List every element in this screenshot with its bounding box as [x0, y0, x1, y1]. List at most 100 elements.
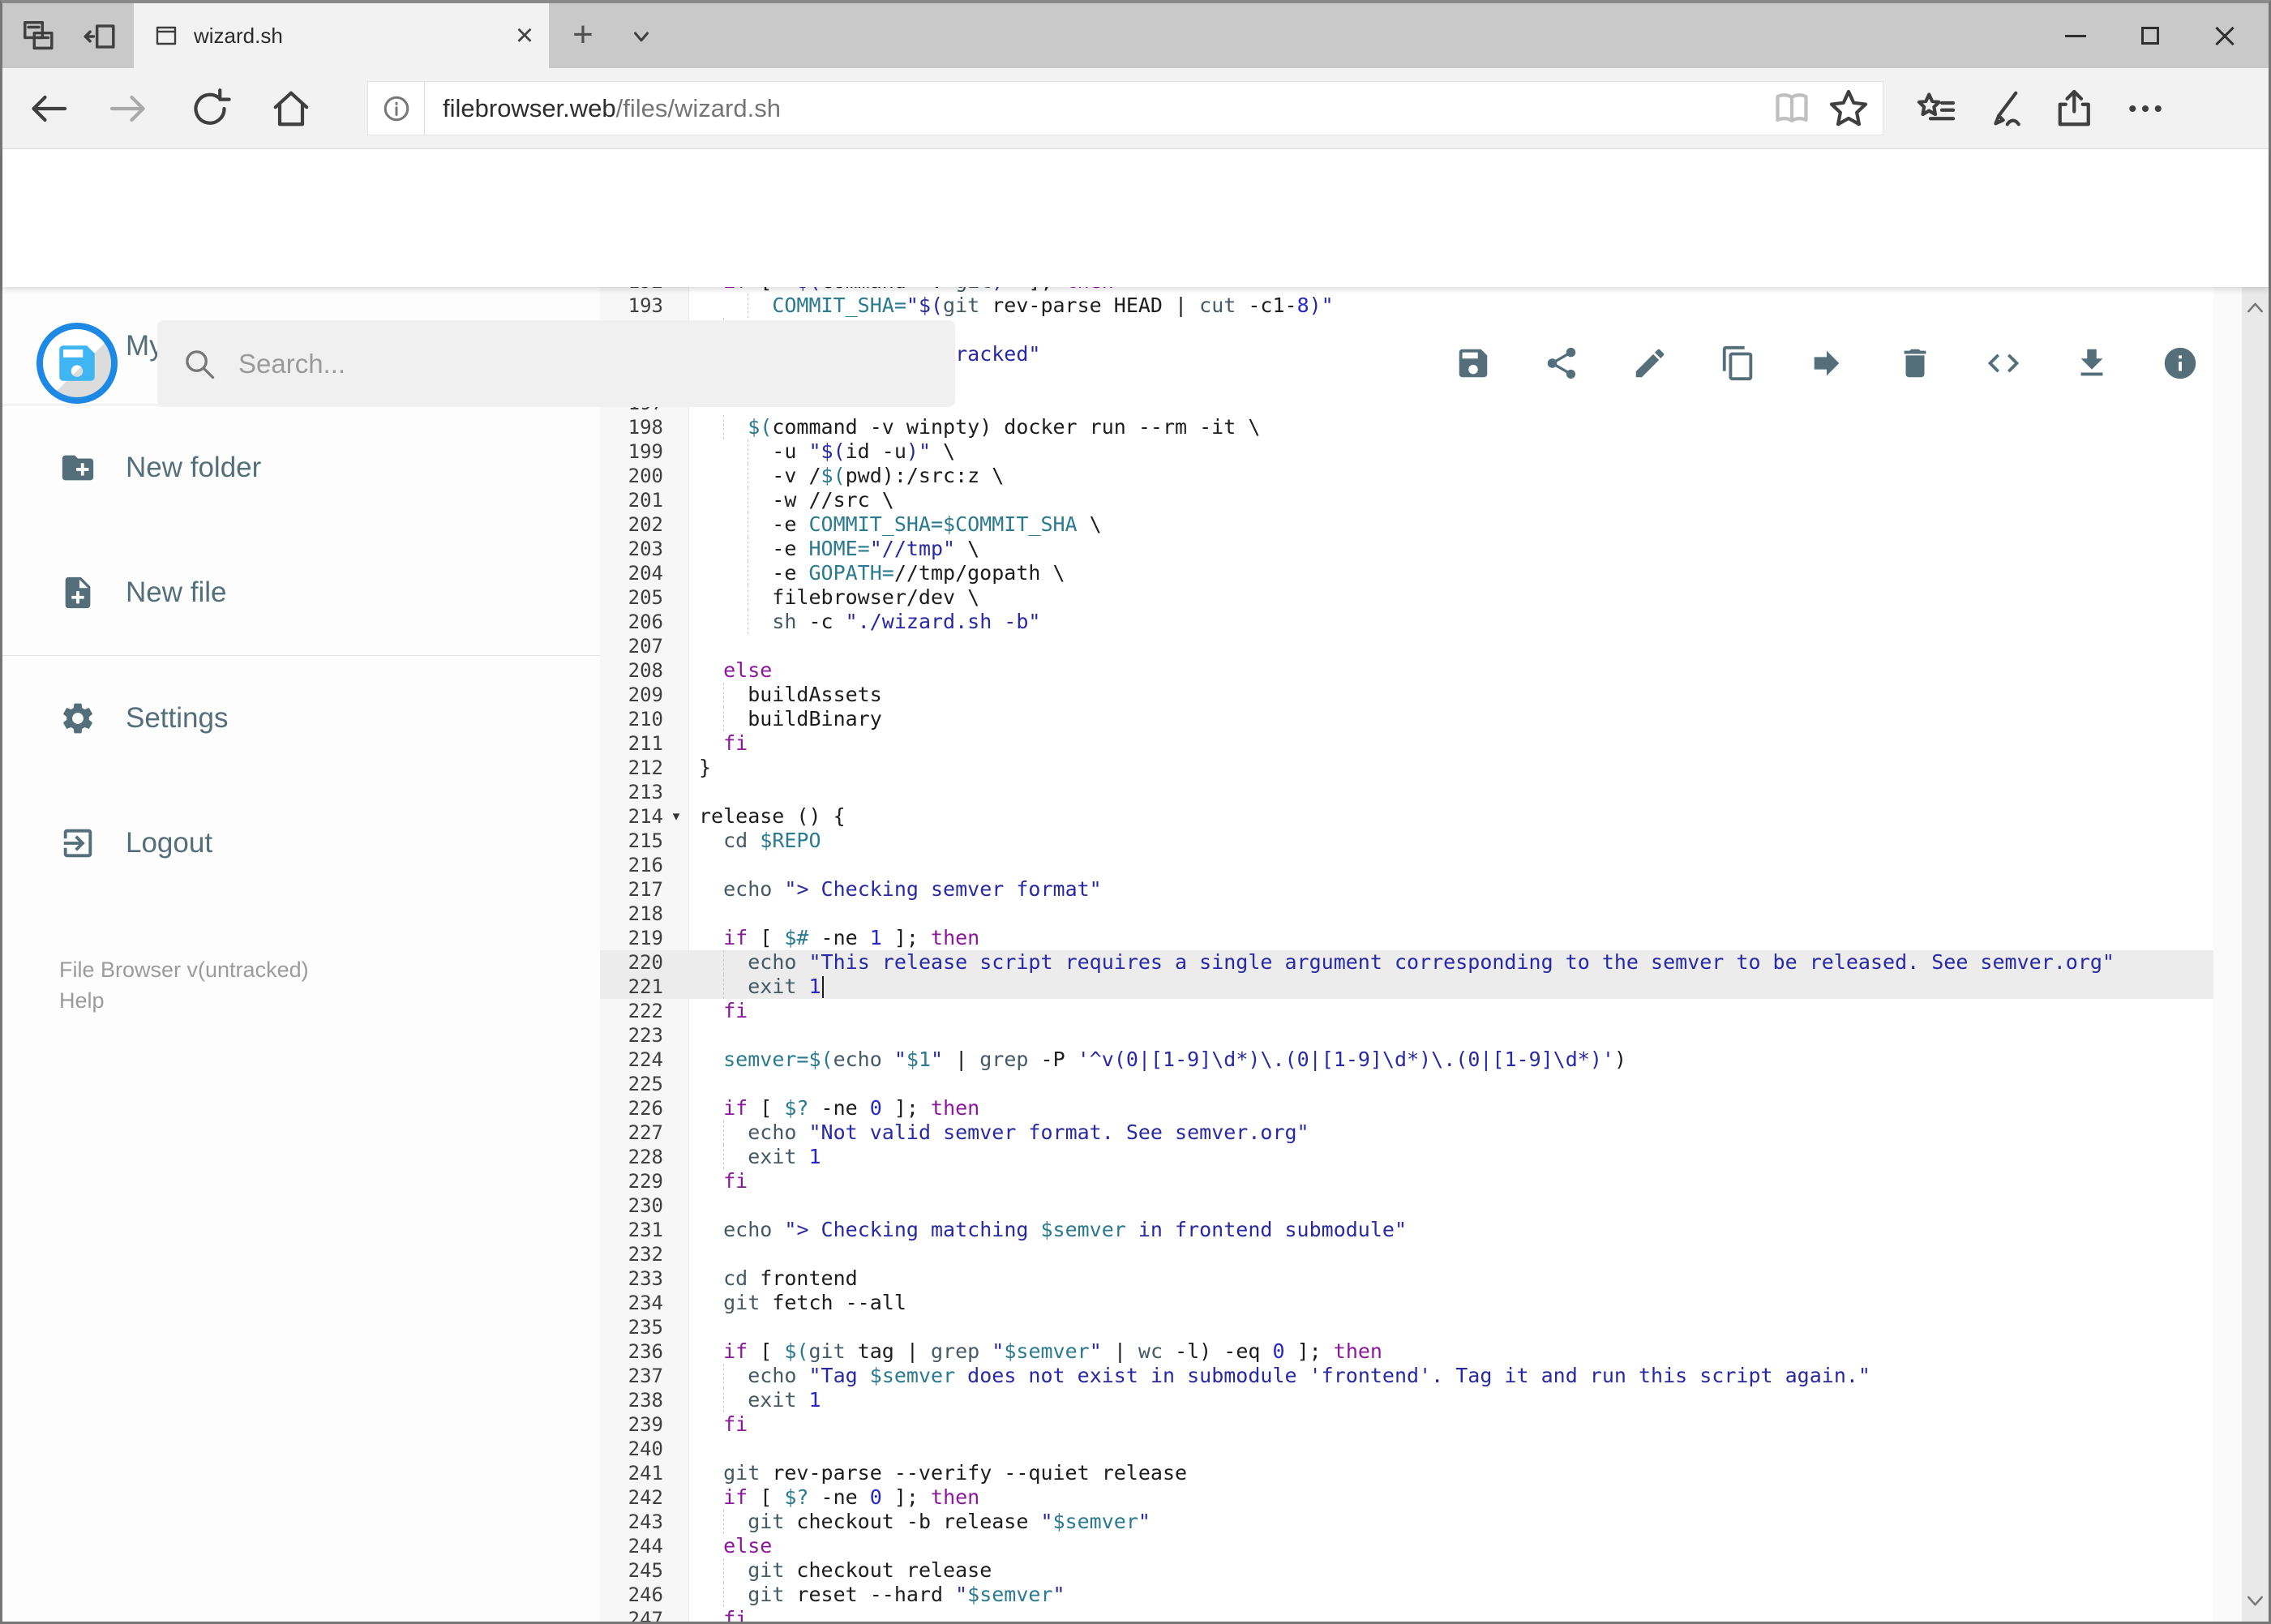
code-line-219[interactable]: 219 if [ $# -ne 1 ]; then	[600, 926, 2213, 950]
code-icon[interactable]	[1985, 345, 2022, 382]
forward-icon[interactable]	[106, 86, 152, 131]
save-icon[interactable]	[1455, 345, 1492, 382]
close-tab-icon[interactable]: ×	[500, 11, 549, 60]
code-line-213[interactable]: 213	[600, 780, 2213, 804]
code-line-209[interactable]: 209 buildAssets	[600, 683, 2213, 707]
code-line-225[interactable]: 225	[600, 1072, 2213, 1096]
code-line-237[interactable]: 237 echo "Tag $semver does not exist in …	[600, 1364, 2213, 1388]
code-line-206[interactable]: 206 sh -c "./wizard.sh -b"	[600, 610, 2213, 634]
code-line-232[interactable]: 232	[600, 1242, 2213, 1266]
code-line-220[interactable]: 220 echo "This release script requires a…	[600, 950, 2213, 975]
fold-gutter	[663, 1169, 689, 1193]
code-line-233[interactable]: 233 cd frontend	[600, 1266, 2213, 1291]
code-line-239[interactable]: 239 fi	[600, 1412, 2213, 1437]
code-line-222[interactable]: 222 fi	[600, 999, 2213, 1023]
code-line-210[interactable]: 210 buildBinary	[600, 707, 2213, 731]
maximize-icon[interactable]	[2113, 3, 2187, 68]
tab-preview-icon[interactable]	[20, 18, 58, 55]
code-line-217[interactable]: 217 echo "> Checking semver format"	[600, 877, 2213, 902]
code-line-227[interactable]: 227 echo "Not valid semver format. See s…	[600, 1121, 2213, 1145]
new-tab-icon[interactable]: +	[563, 16, 602, 55]
edit-icon[interactable]	[1631, 345, 1669, 382]
code-line-193[interactable]: 193 COMMIT_SHA="$(git rev-parse HEAD | c…	[600, 294, 2213, 318]
home-icon[interactable]	[268, 86, 314, 131]
code-line-192[interactable]: 192 if [ "$(command -v git)" ]; then	[600, 287, 2213, 294]
code-line-235[interactable]: 235	[600, 1315, 2213, 1339]
code-line-199[interactable]: 199 -u "$(id -u)" \	[600, 439, 2213, 464]
sidebar-item-logout[interactable]: Logout	[2, 781, 600, 906]
code-line-230[interactable]: 230	[600, 1193, 2213, 1218]
code-line-244[interactable]: 244 else	[600, 1534, 2213, 1558]
code-line-216[interactable]: 216	[600, 853, 2213, 877]
code-line-215[interactable]: 215 cd $REPO	[600, 829, 2213, 853]
code-line-214[interactable]: 214 ▾ release () {	[600, 804, 2213, 829]
sidebar-item-new-folder[interactable]: New folder	[2, 405, 600, 530]
code-line-240[interactable]: 240	[600, 1437, 2213, 1461]
floppy-disk-logo[interactable]	[36, 323, 118, 404]
tab-list-caret-icon[interactable]	[625, 21, 658, 54]
url-text[interactable]: filebrowser.web/files/wizard.sh	[443, 94, 1769, 123]
browser-tab[interactable]: wizard.sh ×	[134, 3, 549, 68]
code-line-200[interactable]: 200 -v /$(pwd):/src:z \	[600, 464, 2213, 488]
code-line-246[interactable]: 246 git reset --hard "$semver"	[600, 1583, 2213, 1607]
code-line-198[interactable]: 198 $(command -v winpty) docker run --rm…	[600, 415, 2213, 439]
favorite-star-icon[interactable]	[1826, 86, 1871, 131]
page-scrollbar[interactable]	[2242, 287, 2269, 1622]
editor-scroll-gutter	[2213, 287, 2242, 1622]
code-line-228[interactable]: 228 exit 1	[600, 1145, 2213, 1169]
sidebar-item-new-file[interactable]: New file	[2, 530, 600, 655]
code-line-238[interactable]: 238 exit 1	[600, 1388, 2213, 1412]
code-line-212[interactable]: 212}	[600, 756, 2213, 780]
share-icon[interactable]	[1543, 345, 1580, 382]
search-input[interactable]	[238, 348, 903, 379]
code-line-243[interactable]: 243 git checkout -b release "$semver"	[600, 1510, 2213, 1534]
minimize-icon[interactable]	[2038, 3, 2113, 68]
set-tabs-aside-icon[interactable]	[82, 18, 119, 55]
code-line-204[interactable]: 204 -e GOPATH=//tmp/gopath \	[600, 561, 2213, 585]
address-bar[interactable]: filebrowser.web/files/wizard.sh	[367, 81, 1883, 135]
code-line-221[interactable]: 221 exit 1	[600, 975, 2213, 999]
code-line-226[interactable]: 226 if [ $? -ne 0 ]; then	[600, 1096, 2213, 1121]
code-line-247[interactable]: 247 fi	[600, 1607, 2213, 1622]
code-line-211[interactable]: 211 fi	[600, 731, 2213, 756]
search-box[interactable]	[157, 320, 955, 407]
code-line-202[interactable]: 202 -e COMMIT_SHA=$COMMIT_SHA \	[600, 512, 2213, 537]
code-line-208[interactable]: 208 else	[600, 658, 2213, 683]
code-line-231[interactable]: 231 echo "> Checking matching $semver in…	[600, 1218, 2213, 1242]
reading-view-icon[interactable]	[1769, 86, 1815, 131]
hub-favorites-icon[interactable]	[1913, 86, 1959, 131]
code-line-234[interactable]: 234 git fetch --all	[600, 1291, 2213, 1315]
code-line-229[interactable]: 229 fi	[600, 1169, 2213, 1193]
code-line-242[interactable]: 242 if [ $? -ne 0 ]; then	[600, 1485, 2213, 1510]
more-ellipsis-icon[interactable]	[2123, 86, 2168, 131]
site-info-icon[interactable]	[368, 82, 425, 135]
copy-icon[interactable]	[1720, 345, 1757, 382]
code-line-241[interactable]: 241 git rev-parse --verify --quiet relea…	[600, 1461, 2213, 1485]
back-icon[interactable]	[25, 86, 71, 131]
sidebar-item-settings[interactable]: Settings	[2, 656, 600, 781]
code-line-245[interactable]: 245 git checkout release	[600, 1558, 2213, 1583]
code-line-236[interactable]: 236 if [ $(git tag | grep "$semver" | wc…	[600, 1339, 2213, 1364]
code-line-218[interactable]: 218	[600, 902, 2213, 926]
scroll-down-icon[interactable]	[2242, 1584, 2269, 1617]
fold-gutter	[663, 756, 689, 780]
code-line-203[interactable]: 203 -e HOME="//tmp" \	[600, 537, 2213, 561]
share-icon[interactable]	[2053, 86, 2098, 131]
refresh-icon[interactable]	[187, 86, 233, 131]
delete-icon[interactable]	[1896, 345, 1934, 382]
info-icon[interactable]	[2162, 345, 2199, 382]
code-line-207[interactable]: 207	[600, 634, 2213, 658]
move-icon[interactable]	[1808, 345, 1845, 382]
fold-marker-icon[interactable]: ▾	[663, 804, 689, 829]
code-line-224[interactable]: 224 semver=$(echo "$1" | grep -P '^v(0|[…	[600, 1048, 2213, 1072]
code-editor[interactable]: 192 if [ "$(command -v git)" ]; then193 …	[600, 287, 2213, 1622]
code-line-205[interactable]: 205 filebrowser/dev \	[600, 585, 2213, 610]
code-text: else	[723, 658, 773, 682]
code-line-201[interactable]: 201 -w //src \	[600, 488, 2213, 512]
web-note-pen-icon[interactable]	[1983, 86, 2029, 131]
download-icon[interactable]	[2073, 345, 2110, 382]
help-link[interactable]: Help	[59, 985, 600, 1016]
code-line-223[interactable]: 223	[600, 1023, 2213, 1048]
scroll-up-icon[interactable]	[2242, 292, 2269, 324]
close-icon[interactable]	[2187, 3, 2262, 68]
